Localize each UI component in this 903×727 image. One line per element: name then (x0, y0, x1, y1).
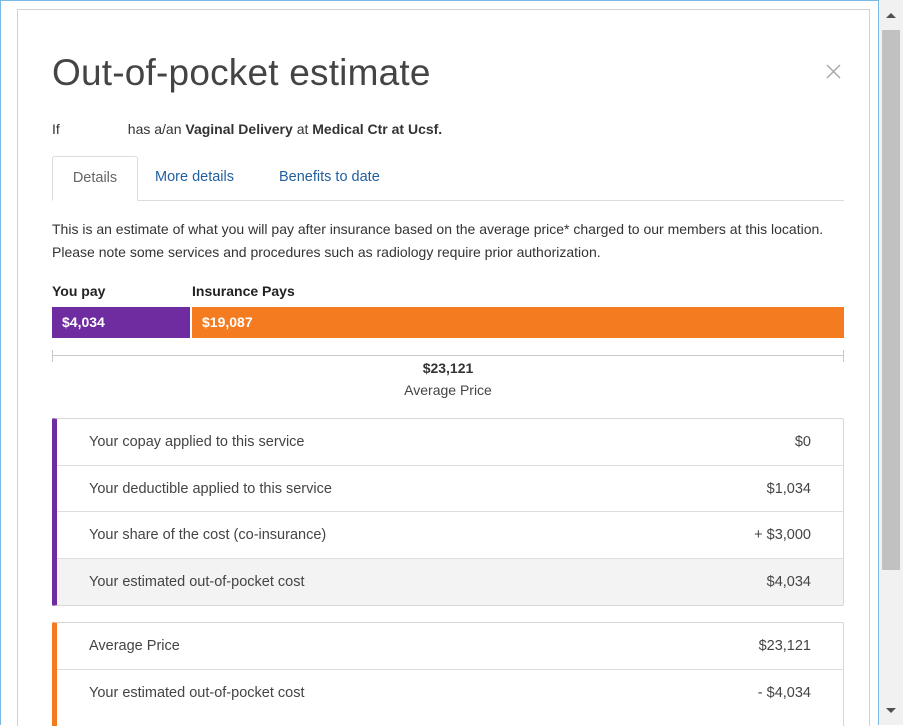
close-button[interactable] (824, 62, 844, 82)
average-price-value: $23,121 (422, 360, 474, 376)
scroll-down-button[interactable] (879, 698, 903, 722)
breakdown-value: + $3,000 (754, 527, 811, 543)
close-icon (826, 64, 841, 79)
arrow-down-icon (886, 708, 896, 713)
tab-more-details[interactable]: More details (155, 156, 234, 200)
breakdown-label: Your share of the cost (co-insurance) (89, 527, 327, 543)
procedure-name: Vaginal Delivery (185, 121, 293, 137)
insurance-pays-label: Insurance Pays (192, 283, 295, 299)
breakdown-label: Average Price (89, 638, 180, 654)
breakdown-row-total: Your estimated out-of-pocket cost $4,034 (57, 558, 843, 605)
insurance-pays-value: $19,087 (202, 314, 253, 330)
breakdown-value: $4,034 (766, 573, 811, 590)
breakdown-value: - $4,034 (757, 684, 811, 701)
insurance-pays-segment: $19,087 (190, 307, 844, 338)
average-price-label: Average Price (404, 382, 492, 398)
breakdown-value: $1,034 (766, 480, 811, 497)
estimate-modal: Out-of-pocket estimate If has a/an Vagina… (17, 9, 870, 726)
estimate-description: This is an estimate of what you will pay… (52, 221, 824, 260)
arrow-up-icon (886, 13, 896, 18)
scrollbar-thumb[interactable] (882, 30, 900, 570)
scroll-up-button[interactable] (879, 4, 903, 28)
cost-split-bar: $4,034 $19,087 (52, 307, 844, 338)
breakdown-label: Your estimated out-of-pocket cost (89, 684, 305, 701)
subtitle-connector: at (296, 121, 309, 137)
you-pay-segment: $4,034 (52, 307, 190, 338)
facility-name: Medical Ctr at Ucsf. (312, 121, 443, 137)
estimate-subtitle: If has a/an Vaginal Delivery at Medical C… (52, 121, 442, 137)
breakdown-label: Your estimated out-of-pocket cost (89, 573, 305, 590)
window-frame: Out-of-pocket estimate If has a/an Vagina… (0, 0, 879, 726)
out-of-pocket-breakdown: Your copay applied to this service $0 Yo… (52, 418, 844, 606)
vertical-scrollbar[interactable] (879, 0, 903, 725)
breakdown-label: Your copay applied to this service (89, 434, 305, 450)
breakdown-value: $23,121 (758, 638, 811, 654)
tab-benefits-to-date[interactable]: Benefits to date (279, 156, 380, 200)
modal-title: Out-of-pocket estimate (52, 52, 431, 93)
you-pay-value: $4,034 (62, 314, 105, 330)
insurance-breakdown: Average Price $23,121 Your estimated out… (52, 622, 844, 726)
tab-details[interactable]: Details (52, 156, 138, 201)
subtitle-prefix: If (52, 121, 60, 137)
breakdown-value: $0 (794, 434, 811, 450)
breakdown-row-copay: Your copay applied to this service $0 (57, 419, 843, 466)
insurance-row-out-of-pocket: Your estimated out-of-pocket cost - $4,0… (57, 670, 843, 717)
breakdown-row-deductible: Your deductible applied to this service … (57, 466, 843, 512)
insurance-row-average-price: Average Price $23,121 (57, 623, 843, 670)
subtitle-middle: has a/an (127, 121, 182, 137)
breakdown-row-coinsurance: Your share of the cost (co-insurance) + … (57, 512, 843, 559)
you-pay-label: You pay (52, 283, 106, 299)
tab-bar: Details More details Benefits to date (52, 156, 844, 201)
breakdown-label: Your deductible applied to this service (89, 480, 332, 497)
